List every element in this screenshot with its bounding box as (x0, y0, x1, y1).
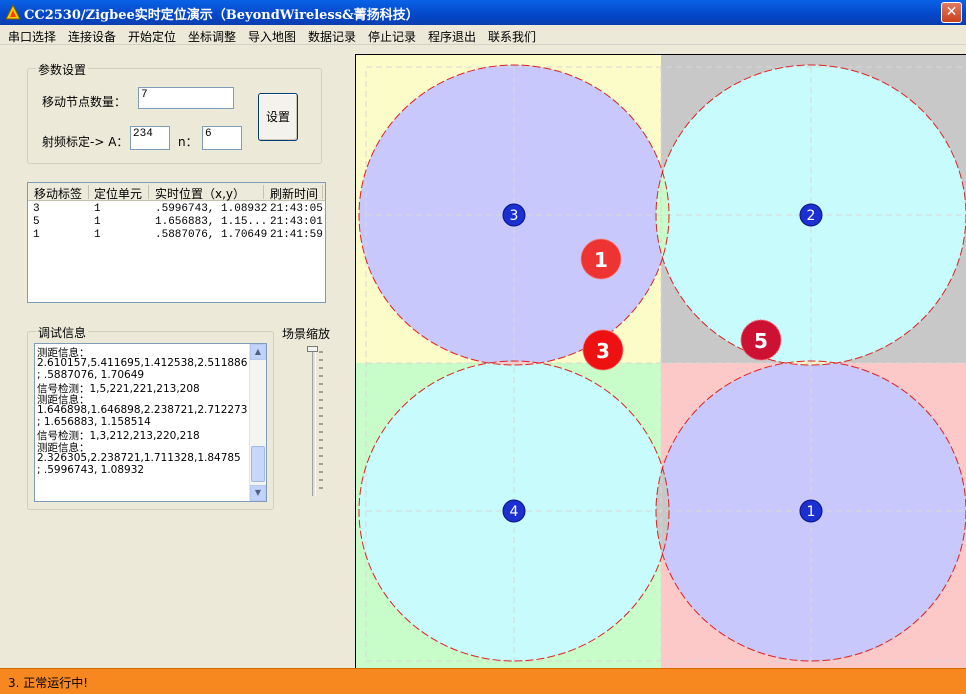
debug-scrollbar[interactable]: ▲ ▼ (249, 344, 266, 501)
cell-tag: 1 (33, 229, 40, 241)
debug-line: 1.646898,1.646898,2.238721,2.712273 (37, 404, 248, 416)
anchor-label: 3 (510, 208, 519, 224)
debug-line: 2.610157,5.411695,1.412538,2.511886 (37, 357, 248, 369)
mobile-tag-5[interactable]: 5 (740, 319, 782, 361)
a-value-input[interactable]: 234 (130, 126, 170, 150)
status-bar: 3. 正常运行中! (0, 668, 966, 694)
table-header: 移动标签 定位单元 实时位置（x,y） 刷新时间 (28, 183, 325, 201)
tag-label: 3 (596, 339, 610, 363)
mobile-count-label: 移动节点数量： (42, 95, 127, 109)
cell-tag: 5 (33, 216, 40, 228)
cell-position: .5887076, 1.70649 (155, 229, 268, 241)
mobile-tag-1[interactable]: 1 (580, 238, 622, 280)
scroll-thumb[interactable] (251, 446, 265, 482)
mobile-count-input[interactable]: 7 (138, 87, 234, 109)
col-mobile-tag[interactable]: 移动标签 (34, 185, 82, 202)
table-row[interactable]: 3 1 .5996743, 1.08932 21:43:05 (28, 203, 325, 216)
tag-table[interactable]: 移动标签 定位单元 实时位置（x,y） 刷新时间 3 1 .5996743, 1… (27, 182, 326, 303)
anchor-node-1[interactable]: 1 (799, 499, 823, 523)
debug-legend: 调试信息 (36, 324, 89, 341)
cell-time: 21:43:05 (270, 203, 323, 215)
col-refresh-time[interactable]: 刷新时间 (270, 185, 318, 202)
debug-line: ; .5996743, 1.08932 (37, 464, 145, 476)
menu-contact-us[interactable]: 联系我们 (488, 28, 536, 45)
menu-connect-device[interactable]: 连接设备 (68, 28, 116, 45)
tag-label: 5 (754, 329, 768, 353)
n-label: n： (178, 135, 198, 149)
zoom-label: 场景缩放 (282, 327, 331, 341)
zoom-slider-ticks (319, 351, 323, 489)
close-button[interactable]: ✕ (941, 2, 962, 23)
cell-position: 1.656883, 1.15... (155, 216, 268, 228)
cell-unit: 1 (94, 216, 101, 228)
col-position[interactable]: 实时位置（x,y） (155, 185, 245, 202)
cell-time: 21:43:01 (270, 216, 323, 228)
scroll-down-button[interactable]: ▼ (250, 485, 266, 501)
cell-unit: 1 (94, 203, 101, 215)
scroll-up-button[interactable]: ▲ (250, 344, 266, 360)
zoom-slider-track[interactable] (312, 348, 316, 496)
app-icon (5, 4, 21, 20)
params-legend: 参数设置 (36, 61, 89, 78)
n-value-input[interactable]: 6 (202, 126, 242, 150)
title-bar: CC2530/Zigbee实时定位演示（BeyondWireless&菁扬科技）… (0, 0, 966, 25)
menu-serial-port[interactable]: 串口选择 (8, 28, 56, 45)
cell-tag: 3 (33, 203, 40, 215)
menu-bar: 串口选择 连接设备 开始定位 坐标调整 导入地图 数据记录 停止记录 程序退出 … (0, 25, 966, 45)
menu-start-locating[interactable]: 开始定位 (128, 28, 176, 45)
anchor-node-3[interactable]: 3 (502, 203, 526, 227)
table-row[interactable]: 5 1 1.656883, 1.15... 21:43:01 (28, 216, 325, 229)
zoom-slider-thumb[interactable] (307, 346, 318, 352)
debug-line: ; 1.656883, 1.158514 (37, 416, 151, 428)
map-canvas[interactable]: 1 2 3 4 1 3 5 (356, 55, 966, 668)
debug-textarea[interactable]: 测距信息： 2.610157,5.411695,1.412538,2.51188… (34, 343, 267, 502)
menu-import-map[interactable]: 导入地图 (248, 28, 296, 45)
status-text: 3. 正常运行中! (8, 676, 89, 690)
anchor-label: 2 (807, 208, 816, 224)
tag-label: 1 (594, 248, 608, 272)
anchor-label: 4 (510, 504, 519, 520)
mobile-tag-3[interactable]: 3 (582, 329, 624, 371)
anchor-label: 1 (807, 504, 816, 520)
menu-stop-record[interactable]: 停止记录 (368, 28, 416, 45)
anchor-node-2[interactable]: 2 (799, 203, 823, 227)
set-button[interactable]: 设置 (258, 93, 298, 141)
menu-coordinate-adjust[interactable]: 坐标调整 (188, 28, 236, 45)
debug-line: ; .5887076, 1.70649 (37, 369, 145, 381)
col-unit[interactable]: 定位单元 (94, 185, 142, 202)
window-title: CC2530/Zigbee实时定位演示（BeyondWireless&菁扬科技） (24, 8, 419, 23)
anchor-node-4[interactable]: 4 (502, 499, 526, 523)
menu-data-record[interactable]: 数据记录 (308, 28, 356, 45)
rf-calibration-label: 射频标定-> A： (42, 135, 129, 149)
cell-unit: 1 (94, 229, 101, 241)
cell-position: .5996743, 1.08932 (155, 203, 268, 215)
table-row[interactable]: 1 1 .5887076, 1.70649 21:41:59 (28, 229, 325, 242)
menu-exit[interactable]: 程序退出 (428, 28, 476, 45)
location-map[interactable]: 1 2 3 4 1 3 5 (355, 54, 966, 668)
debug-line: 2.326305,2.238721,1.711328,1.84785 (37, 452, 241, 464)
cell-time: 21:41:59 (270, 229, 323, 241)
